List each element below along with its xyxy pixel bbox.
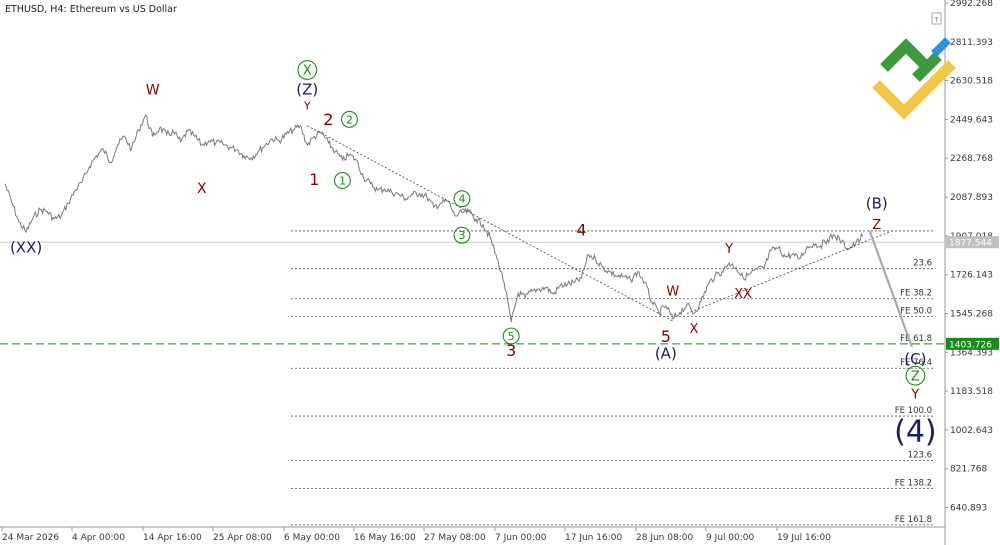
wave-label: (Z) — [296, 81, 318, 99]
wave-label: 4 — [458, 193, 465, 206]
time-axis-label: 19 Jul 16:00 — [777, 533, 831, 543]
wave-label: 4 — [576, 221, 586, 240]
wave-label: W — [146, 82, 160, 98]
price-axis-label: 2268.768 — [950, 154, 993, 164]
price-axis-label: 2087.893 — [950, 193, 993, 203]
wave-label: 5 — [661, 327, 671, 346]
price-axis-label: 1726.143 — [950, 271, 993, 281]
time-axis-label: 27 May 08:00 — [424, 533, 486, 543]
wave-label: (A) — [655, 345, 677, 363]
fib-level-label: FE 138.2 — [895, 478, 932, 488]
wave-label: Y — [910, 388, 919, 403]
time-axis-label: 4 Apr 00:00 — [72, 533, 125, 543]
support-level-value: 1403.726 — [949, 340, 992, 350]
time-axis-label: 6 May 00:00 — [284, 533, 340, 543]
wave-label: 3 — [458, 229, 465, 242]
wave-label: 2 — [346, 113, 353, 126]
fib-level-label: FE 38.2 — [900, 289, 932, 299]
fib-level-label: 123.6 — [908, 450, 932, 460]
wave-label: X — [303, 64, 312, 79]
price-axis-label: 2992.268 — [950, 0, 993, 9]
wave-label: 3 — [506, 341, 516, 360]
time-axis-label: 9 Jul 00:00 — [706, 533, 755, 543]
time-axis-label: 7 Jun 00:00 — [495, 533, 547, 543]
wave-label: Y — [724, 242, 733, 257]
wave-label: Z — [911, 369, 920, 384]
price-axis-label: 2449.643 — [950, 115, 993, 125]
wave-label: 1 — [339, 174, 346, 187]
time-axis-label: 16 May 16:00 — [354, 533, 416, 543]
fib-level-label: FE 161.8 — [895, 515, 932, 525]
time-axis-label: 28 Jun 08:00 — [636, 533, 693, 543]
fib-level-label: 23.6 — [913, 259, 932, 269]
fib-level-label: FE 50.0 — [900, 307, 932, 317]
wave-label: X — [689, 322, 698, 337]
wave-label: Z — [872, 218, 881, 233]
time-axis-label: 14 Apr 16:00 — [143, 533, 202, 543]
price-axis-label: 1545.268 — [950, 309, 993, 319]
chart-header: ETHUSD, H4: Ethereum vs US Dollar — [5, 4, 177, 15]
fib-level-label: FE 61.8 — [900, 334, 932, 344]
instrument-description: Ethereum vs US Dollar — [70, 4, 177, 15]
time-axis-label: 25 Apr 08:00 — [213, 533, 272, 543]
price-axis-label: 1002.643 — [950, 426, 993, 436]
wave-label: Y — [303, 99, 311, 112]
chart-root: 23.6 FE 38.2 FE 50.0 FE 61.8 FE 76.4 FE 100.0… — [0, 0, 1000, 545]
wave-label: (B) — [866, 194, 888, 212]
timeframe-label: H4 — [50, 4, 63, 15]
price-axis-label: 1183.518 — [950, 387, 993, 397]
wave-label: X — [197, 181, 207, 197]
time-axis-label: 24 Mar 2026 — [2, 533, 59, 543]
chart-scroll-button-glyph: ↑ — [934, 16, 940, 24]
time-axis-label: 17 Jun 16:00 — [565, 533, 622, 543]
price-axis-label: 640.893 — [950, 504, 987, 514]
wave-label: 1 — [309, 170, 319, 189]
current-price-value: 1877.544 — [949, 239, 992, 249]
wave-label: 2 — [323, 110, 333, 129]
price-axis-label: 2811.393 — [950, 38, 993, 48]
price-axis-label: 821.768 — [950, 465, 987, 475]
wave-label: W — [666, 285, 679, 300]
wave-label: XX — [734, 287, 752, 302]
symbol-label: ETHUSD — [5, 4, 44, 15]
price-chart[interactable]: 23.6FE 38.2FE 50.0FE 61.8FE 76.4FE 100.0… — [0, 0, 1000, 545]
wave-label: (4) — [894, 414, 937, 449]
price-axis-label: 2630.518 — [950, 77, 993, 87]
wave-label: (C) — [904, 350, 926, 368]
wave-label: (XX) — [10, 238, 42, 256]
